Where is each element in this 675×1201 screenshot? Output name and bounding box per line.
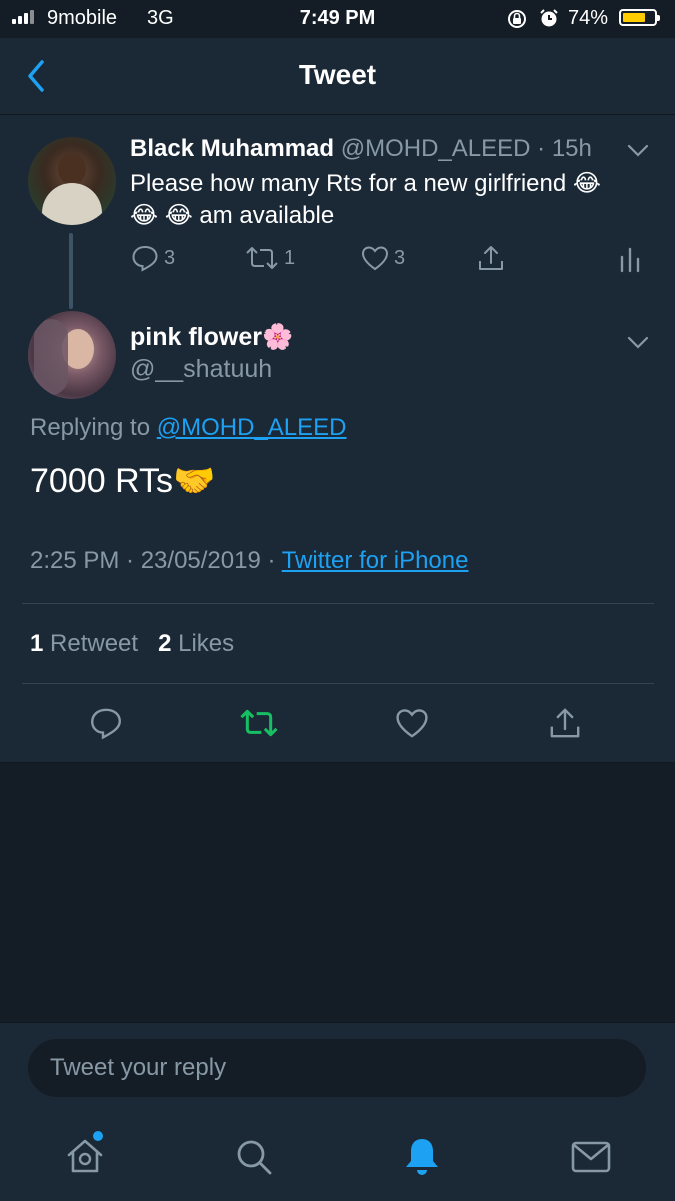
home-icon [67, 1139, 103, 1173]
main-author-handle[interactable]: @__shatuuh [130, 355, 272, 384]
main-author-name[interactable]: pink flower🌸 [130, 323, 293, 352]
tweet-timestamp: 2:25 PM · 23/05/2019 · [30, 547, 276, 574]
replying-to: Replying to @MOHD_ALEED [30, 414, 347, 442]
thread-connector [69, 233, 73, 309]
parent-reply-button[interactable]: 3 [130, 243, 175, 273]
tweet-detail-panel: Black Muhammad @MOHD_ALEED · 15h Please … [0, 115, 675, 763]
chevron-down-icon[interactable] [626, 143, 650, 159]
battery-icon [619, 9, 660, 26]
parent-tweet-header: Black Muhammad @MOHD_ALEED · 15h [130, 135, 592, 163]
engagement-stats: 1 Retweet 2 Likes [30, 630, 234, 658]
divider [22, 603, 654, 604]
main-author-avatar[interactable] [28, 311, 116, 399]
notification-dot [93, 1131, 103, 1141]
share-icon[interactable] [547, 705, 583, 741]
tab-home[interactable] [64, 1131, 106, 1177]
replying-to-label: Replying to [30, 414, 151, 441]
retweets-count: 1 [30, 630, 44, 657]
parent-tweet-text: Please how many Rts for a new girlfriend… [130, 168, 650, 232]
main-tweet-text: 7000 RTs🤝 [30, 462, 216, 500]
replying-to-handle-link[interactable]: @MOHD_ALEED [157, 414, 347, 441]
reply-icon[interactable] [88, 705, 124, 741]
retweet-icon-active[interactable] [238, 705, 280, 741]
battery-level-fill [623, 13, 645, 22]
parent-author-handle[interactable]: @MOHD_ALEED [341, 135, 531, 162]
reply-input[interactable] [28, 1039, 646, 1097]
likes-label: Likes [178, 630, 235, 657]
chevron-down-icon[interactable] [626, 335, 650, 351]
parent-like-count: 3 [394, 246, 406, 269]
status-bar: 9mobile 3G 7:49 PM 74% [0, 0, 675, 38]
likes-count: 2 [158, 630, 172, 657]
analytics-icon[interactable] [618, 245, 642, 273]
tweet-metadata: 2:25 PM · 23/05/2019 · Twitter for iPhon… [30, 547, 468, 575]
nav-header: Tweet [0, 38, 675, 115]
battery-percent: 74% [568, 7, 609, 29]
heart-icon[interactable] [394, 705, 430, 741]
parent-tweet-text-line: Please how many Rts for a new girlfriend… [130, 170, 601, 197]
share-icon[interactable] [476, 243, 506, 273]
retweet-icon [246, 247, 278, 269]
page-title: Tweet [298, 59, 377, 90]
alarm-icon [540, 9, 558, 27]
likes-stat[interactable]: 2 Likes [158, 630, 234, 657]
heart-icon [361, 246, 389, 271]
tweet-source-link[interactable]: Twitter for iPhone [282, 547, 469, 574]
reply-icon [132, 245, 158, 272]
retweets-stat[interactable]: 1 Retweet [30, 630, 138, 657]
bottom-area [0, 1022, 675, 1201]
parent-like-button[interactable]: 3 [360, 243, 405, 273]
search-icon[interactable] [234, 1137, 274, 1177]
parent-tweet-text-line: 😂 😂 am available [130, 202, 335, 229]
parent-retweet-button[interactable]: 1 [244, 243, 295, 273]
parent-author-avatar[interactable] [28, 137, 116, 225]
retweets-label: Retweet [50, 630, 139, 657]
parent-reply-count: 3 [164, 246, 176, 269]
parent-author-name[interactable]: Black Muhammad [130, 135, 334, 162]
mail-icon[interactable] [570, 1139, 612, 1175]
divider [22, 683, 654, 684]
rotation-lock-icon [508, 10, 526, 28]
bell-icon[interactable] [402, 1135, 442, 1179]
parent-tweet-time: · 15h [537, 135, 592, 162]
parent-retweet-count: 1 [284, 246, 296, 269]
